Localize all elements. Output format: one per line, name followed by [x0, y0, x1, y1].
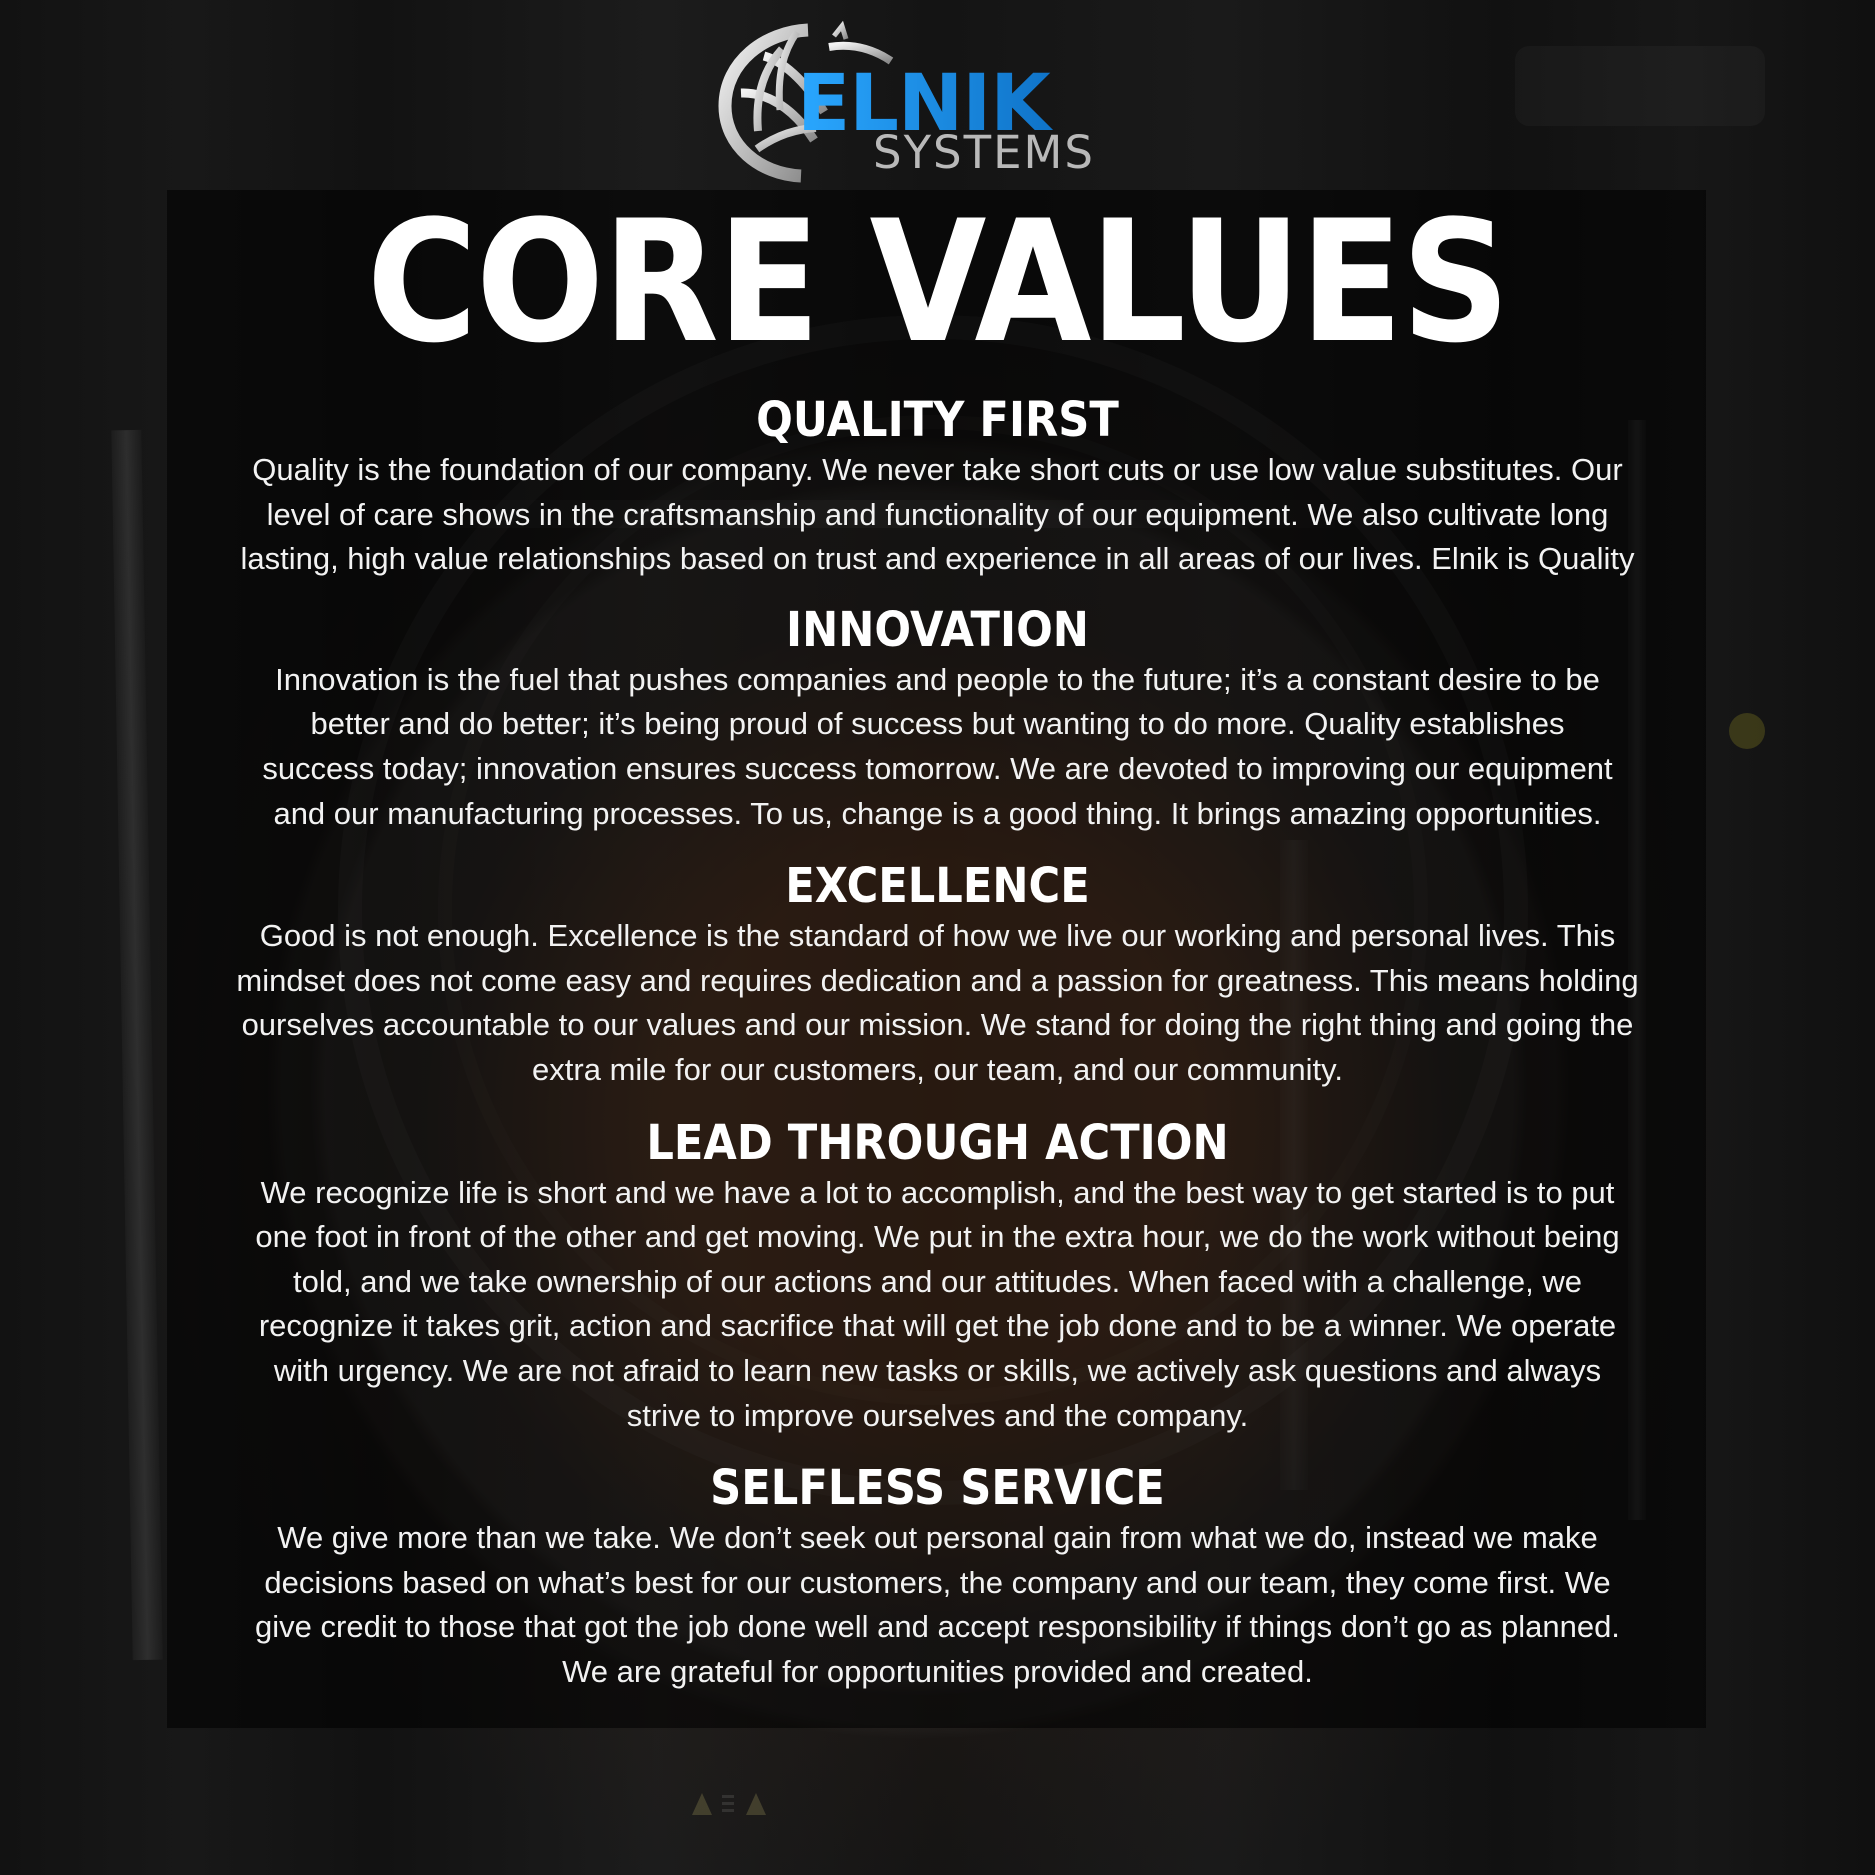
- section-title-selfless-service: SELFLESS SERVICE: [710, 1460, 1165, 1517]
- section-title-excellence: EXCELLENCE: [785, 858, 1090, 915]
- section-body-selfless-service: We give more than we take. We don’t seek…: [255, 1520, 1620, 1689]
- background-machine-label: [1515, 46, 1765, 126]
- section-title-innovation: INNOVATION: [786, 601, 1089, 658]
- section-body-quality-first: Quality is the foundation of our company…: [240, 452, 1635, 577]
- section-body-innovation: Innovation is the fuel that pushes compa…: [262, 661, 1613, 831]
- brand-logo: ELNIK SYSTEMS: [713, 14, 1173, 184]
- value-section-innovation: INNOVATION Innovation is the fuel that p…: [180, 604, 1695, 836]
- warning-label-icon: [684, 1785, 794, 1821]
- core-values-content: CORE VALUES QUALITY FIRST Quality is the…: [180, 198, 1695, 1694]
- page-title: CORE VALUES: [366, 184, 1511, 380]
- value-section-excellence: EXCELLENCE Good is not enough. Excellenc…: [180, 860, 1695, 1092]
- value-section-quality-first: QUALITY FIRST Quality is the foundation …: [180, 394, 1695, 582]
- section-body-excellence: Good is not enough. Excellence is the st…: [236, 918, 1639, 1087]
- value-section-lead-through-action: LEAD THROUGH ACTION We recognize life is…: [180, 1117, 1695, 1439]
- value-section-selfless-service: SELFLESS SERVICE We give more than we ta…: [180, 1462, 1695, 1694]
- background-knob: [1729, 713, 1765, 749]
- section-body-lead-through-action: We recognize life is short and we have a…: [255, 1174, 1620, 1433]
- section-title-lead-through-action: LEAD THROUGH ACTION: [646, 1114, 1229, 1171]
- section-title-quality-first: QUALITY FIRST: [756, 392, 1119, 448]
- logo-subtitle: SYSTEMS: [873, 126, 1095, 179]
